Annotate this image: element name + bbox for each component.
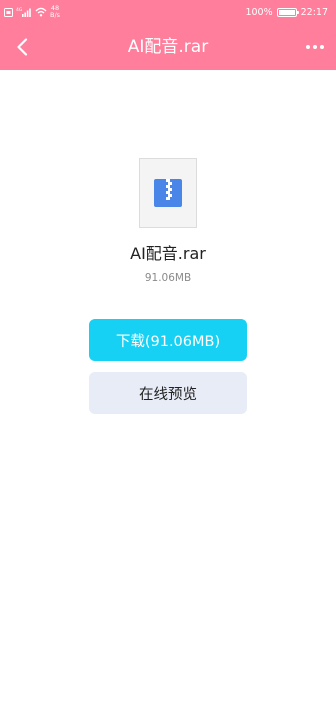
page-title: AI配音.rar <box>127 37 209 57</box>
more-options-button[interactable] <box>302 36 328 58</box>
more-dot <box>320 45 324 49</box>
battery-icon <box>276 7 299 17</box>
battery-fill <box>278 9 295 15</box>
status-bar: 4G 48 B/s 100% 22:17 <box>0 0 336 24</box>
online-preview-button[interactable]: 在线预览 <box>89 372 247 414</box>
network-speed: 48 B/s <box>50 5 60 19</box>
chevron-left-icon <box>17 38 28 56</box>
status-left: 4G 48 B/s <box>4 4 60 20</box>
download-button-label: 下载(91.06MB) <box>115 333 221 350</box>
svg-text:4G: 4G <box>16 7 23 13</box>
signal-icon: 4G <box>16 7 31 17</box>
app-bar: AI配音.rar <box>0 24 336 70</box>
top-bar: 4G 48 B/s 100% 22:17 AI配音.rar <box>0 0 336 70</box>
download-button[interactable]: 下载(91.06MB) <box>89 319 247 361</box>
status-time: 22:17 <box>300 6 328 18</box>
zip-archive-icon <box>154 179 182 207</box>
more-horizontal-icon <box>306 45 310 49</box>
wifi-icon <box>35 7 47 17</box>
battery-percent: 100% <box>245 6 273 18</box>
more-dot <box>313 45 317 49</box>
file-thumbnail <box>139 158 197 228</box>
sim-card-icon <box>4 7 13 17</box>
back-button[interactable] <box>10 34 34 60</box>
status-right: 100% 22:17 <box>245 4 328 20</box>
file-name: AI配音.rar <box>130 244 206 263</box>
network-speed-unit: B/s <box>50 11 61 19</box>
file-size: 91.06MB <box>144 272 192 284</box>
online-preview-button-label: 在线预览 <box>139 386 197 403</box>
